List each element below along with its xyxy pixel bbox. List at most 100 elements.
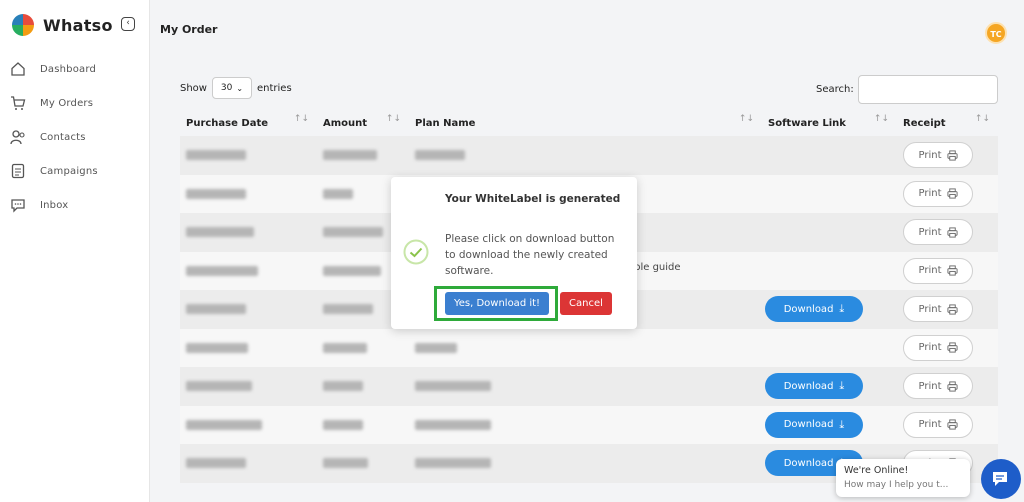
purchase-date-cell	[180, 406, 317, 445]
purchase-date-cell	[180, 329, 317, 368]
printer-icon	[946, 342, 958, 353]
software-link-cell	[762, 252, 897, 291]
inbox-icon	[11, 199, 25, 213]
printer-icon	[946, 419, 958, 430]
plan-name-cell	[409, 367, 762, 406]
column-header-plan-name[interactable]: Plan Name ↑↓	[409, 114, 762, 129]
redacted-value	[415, 458, 491, 469]
plan-name-cell	[409, 406, 762, 445]
receipt-cell: Print	[897, 252, 998, 291]
redacted-value	[323, 227, 383, 238]
print-button[interactable]: Print	[903, 334, 973, 361]
campaigns-icon	[11, 163, 25, 179]
print-label: Print	[918, 303, 942, 315]
print-button[interactable]: Print	[903, 257, 973, 284]
whatso-logo	[12, 14, 34, 36]
redacted-value	[186, 419, 262, 430]
purchase-date-cell	[180, 136, 317, 175]
table-row: Download ⤓ Print	[180, 405, 998, 445]
print-button[interactable]: Print	[903, 180, 973, 207]
redacted-value	[186, 227, 254, 238]
cancel-button[interactable]: Cancel	[560, 292, 612, 315]
sidebar-item-contacts[interactable]: Contacts	[0, 120, 150, 154]
purchase-date-cell	[180, 175, 317, 214]
receipt-cell: Print	[897, 367, 998, 406]
sidebar-item-campaigns[interactable]: Campaigns	[0, 154, 150, 188]
printer-icon	[946, 188, 958, 199]
table-header: Purchase Date ↑↓ Amount ↑↓ Plan Name ↑↓ Sof…	[180, 110, 998, 136]
page-title: My Order	[160, 23, 218, 36]
software-link-cell: Download ⤓	[762, 406, 897, 445]
print-label: Print	[918, 419, 942, 431]
receipt-cell: Print	[897, 290, 998, 329]
print-label: Print	[918, 149, 942, 161]
amount-cell	[317, 329, 409, 368]
download-icon: ⤓	[839, 417, 845, 431]
redacted-value	[323, 150, 377, 161]
print-button[interactable]: Print	[903, 411, 973, 438]
software-link-cell	[762, 213, 897, 252]
column-header-amount[interactable]: Amount ↑↓	[317, 114, 409, 129]
collapse-sidebar-icon[interactable]: ‹	[121, 17, 135, 31]
redacted-value	[415, 342, 457, 353]
redacted-value	[186, 188, 246, 199]
search-control: Search:	[816, 75, 998, 104]
redacted-value	[323, 419, 363, 430]
download-button[interactable]: Download ⤓	[765, 411, 863, 438]
sidebar-item-label: Contacts	[40, 131, 86, 143]
receipt-cell: Print	[897, 406, 998, 445]
software-link-cell	[762, 136, 897, 175]
column-header-purchase-date[interactable]: Purchase Date ↑↓	[180, 114, 317, 129]
chat-launcher-button[interactable]	[981, 459, 1021, 499]
printer-icon	[946, 150, 958, 161]
column-label: Software Link	[768, 117, 846, 129]
download-button[interactable]: Download ⤓	[765, 296, 863, 323]
chat-subtitle: How may I help you t...	[844, 480, 949, 490]
column-header-receipt[interactable]: Receipt ↑↓	[897, 114, 998, 129]
sidebar-nav: Dashboard My Orders Contacts Campaigns I…	[0, 52, 150, 222]
entries-select[interactable]: 30 ⌄	[211, 77, 252, 99]
redacted-value	[415, 419, 491, 430]
printer-icon	[946, 227, 958, 238]
print-label: Print	[918, 226, 942, 238]
redacted-value	[186, 150, 246, 161]
sidebar-item-inbox[interactable]: Inbox	[0, 188, 150, 222]
sidebar: Whatso ‹ Dashboard My Orders Contacts Ca…	[0, 0, 150, 502]
printer-icon	[946, 304, 958, 315]
amount-cell	[317, 406, 409, 445]
chat-bubble[interactable]: We're Online! How may I help you t...	[836, 459, 970, 497]
cart-icon	[11, 96, 26, 110]
plan-name-cell	[409, 444, 762, 483]
entries-value: 30	[220, 83, 233, 93]
sidebar-item-my-orders[interactable]: My Orders	[0, 86, 150, 120]
print-label: Print	[918, 380, 942, 392]
print-button[interactable]: Print	[903, 142, 973, 169]
sort-icon: ↑↓	[385, 113, 401, 124]
print-label: Print	[918, 188, 942, 200]
download-label: Download	[783, 380, 834, 392]
table-row: Download ⤓ Print	[180, 367, 998, 406]
plan-name-cell	[409, 136, 762, 175]
table-row: Print	[180, 328, 998, 368]
software-link-cell	[762, 175, 897, 214]
sort-icon: ↑↓	[974, 113, 990, 124]
print-button[interactable]: Print	[903, 373, 973, 400]
sidebar-item-dashboard[interactable]: Dashboard	[0, 52, 150, 86]
avatar[interactable]: TC	[985, 22, 1007, 44]
column-header-software-link[interactable]: Software Link ↑↓	[762, 114, 897, 129]
download-button[interactable]: Download ⤓	[765, 373, 863, 400]
sidebar-item-label: Dashboard	[40, 63, 97, 75]
column-label: Plan Name	[415, 117, 476, 129]
print-button[interactable]: Print	[903, 219, 973, 246]
redacted-value	[186, 304, 246, 315]
amount-cell	[317, 367, 409, 406]
print-button[interactable]: Print	[903, 296, 973, 323]
success-check-icon	[403, 239, 429, 265]
column-label: Amount	[323, 117, 368, 129]
redacted-value	[186, 381, 252, 392]
yes-download-button[interactable]: Yes, Download it!	[445, 292, 549, 315]
download-label: Download	[783, 419, 834, 431]
search-input[interactable]	[857, 75, 998, 104]
purchase-date-cell	[180, 213, 317, 252]
entries-control: Show 30 ⌄ entries	[180, 77, 292, 99]
